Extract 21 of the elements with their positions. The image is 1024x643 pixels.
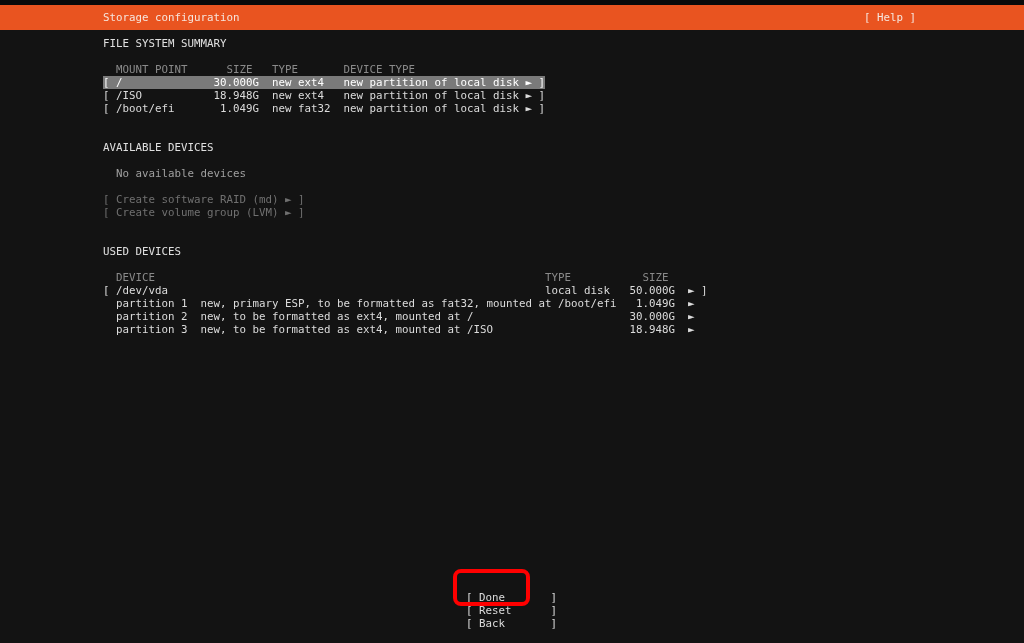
window-title: Storage configuration bbox=[103, 11, 240, 24]
column-header: SIZE bbox=[226, 63, 254, 76]
section-heading: USED DEVICES bbox=[103, 245, 181, 258]
column-header: TYPE bbox=[272, 63, 299, 76]
mount-row[interactable]: [ /ISO 18.948G new ext4 new partition of local disk ► ] bbox=[103, 89, 545, 102]
partition-row[interactable]: partition 1 new, primary ESP, to be formatted as fat32, mounted at /boot/efi 1.049G ► bbox=[103, 297, 695, 310]
empty-message: No available devices bbox=[116, 167, 246, 180]
partition-row[interactable]: partition 3 new, to be formatted as ext4, mounted at /ISO 18.948G ► bbox=[103, 323, 695, 336]
column-header: DEVICE TYPE bbox=[343, 63, 416, 76]
column-header: SIZE bbox=[642, 271, 669, 284]
menu-button[interactable]: [ Back ] bbox=[466, 617, 557, 630]
menu-button[interactable]: [ Reset ] bbox=[466, 604, 557, 617]
section-heading: AVAILABLE DEVICES bbox=[103, 141, 214, 154]
mount-row[interactable]: [ /boot/efi 1.049G new fat32 new partition of local disk ► ] bbox=[103, 102, 545, 115]
column-header: TYPE bbox=[545, 271, 571, 284]
disk-row[interactable]: [ /dev/vda local disk 50.000G ► ] bbox=[103, 284, 708, 297]
column-header: DEVICE bbox=[116, 271, 155, 284]
mount-row[interactable]: [ / 30.000G new ext4 new partition of local disk ► ] bbox=[103, 76, 545, 89]
section-heading: FILE SYSTEM SUMMARY bbox=[103, 37, 227, 50]
partition-row[interactable]: partition 2 new, to be formatted as ext4, mounted at / 30.000G ► bbox=[103, 310, 695, 323]
column-header: MOUNT POINT bbox=[116, 63, 188, 76]
